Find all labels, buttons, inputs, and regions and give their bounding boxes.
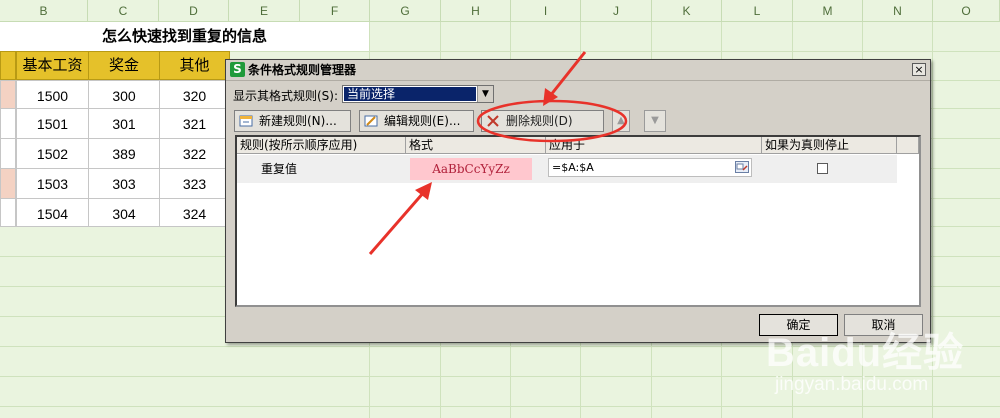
move-up-button[interactable]: ▲ bbox=[612, 110, 630, 132]
data-cell[interactable]: 320 bbox=[159, 80, 230, 109]
rule-applies-to-field[interactable]: =$A:$A bbox=[548, 158, 752, 177]
show-rules-label: 显示其格式规则(S): bbox=[233, 89, 339, 103]
column-header-rule: 规则(按所示顺序应用) bbox=[237, 137, 406, 154]
column-header-stop-if-true: 如果为真则停止 bbox=[762, 137, 897, 154]
data-cell[interactable]: 322 bbox=[159, 138, 230, 169]
stop-if-true-checkbox[interactable] bbox=[817, 163, 828, 174]
data-cell[interactable]: 323 bbox=[159, 168, 230, 199]
column-header-e[interactable]: E bbox=[229, 0, 300, 22]
rule-format-preview: AaBbCcYyZz bbox=[410, 158, 532, 180]
column-header-o[interactable]: O bbox=[933, 0, 1000, 22]
dialog-titlebar[interactable]: S 条件格式规则管理器 × bbox=[226, 60, 930, 81]
column-header-c[interactable]: C bbox=[88, 0, 159, 22]
column-header-n[interactable]: N bbox=[863, 0, 933, 22]
column-header-k[interactable]: K bbox=[652, 0, 722, 22]
watermark-url: jingyan.baidu.com bbox=[775, 374, 929, 395]
column-header-j[interactable]: J bbox=[581, 0, 652, 22]
edit-rule-label: 编辑规则(E)... bbox=[384, 114, 461, 128]
baidu-jingyan-watermark: Baidu经验 bbox=[766, 331, 965, 375]
data-cell[interactable]: 1502 bbox=[16, 138, 89, 169]
sheet-title[interactable]: 怎么快速找到重复的信息 bbox=[0, 22, 369, 51]
data-cell[interactable]: 321 bbox=[159, 108, 230, 139]
data-cell[interactable]: 301 bbox=[88, 108, 160, 139]
new-rule-button[interactable]: 新建规则(N)... bbox=[234, 110, 351, 132]
column-header-filler bbox=[897, 137, 919, 154]
data-cell-stub[interactable] bbox=[0, 138, 16, 169]
wps-app-icon: S bbox=[230, 62, 245, 77]
edit-rule-button[interactable]: 编辑规则(E)... bbox=[359, 110, 474, 132]
delete-rule-button[interactable]: 删除规则(D) bbox=[481, 110, 604, 132]
show-rules-select[interactable]: 当前选择 ▼ bbox=[342, 85, 494, 103]
data-cell[interactable]: 300 bbox=[88, 80, 160, 109]
data-cell[interactable]: 324 bbox=[159, 198, 230, 227]
data-cell-stub[interactable] bbox=[0, 198, 16, 227]
column-header-h[interactable]: H bbox=[441, 0, 511, 22]
column-header-applies-to: 应用于 bbox=[546, 137, 762, 154]
rule-name: 重复值 bbox=[261, 162, 298, 176]
data-cell[interactable]: 1504 bbox=[16, 198, 89, 227]
column-header-b[interactable]: B bbox=[0, 0, 88, 22]
data-cell-stub[interactable] bbox=[0, 108, 16, 139]
edit-rule-icon bbox=[364, 115, 378, 127]
close-button[interactable]: × bbox=[912, 63, 926, 76]
delete-rule-label: 删除规则(D) bbox=[506, 114, 573, 128]
data-cell[interactable]: 1501 bbox=[16, 108, 89, 139]
conditional-format-rules-dialog: S 条件格式规则管理器 × 显示其格式规则(S): 当前选择 ▼ 新建规则(N)… bbox=[225, 59, 931, 343]
column-header-format: 格式 bbox=[406, 137, 546, 154]
column-header-m[interactable]: M bbox=[793, 0, 863, 22]
range-picker-icon[interactable] bbox=[735, 161, 749, 173]
new-rule-icon bbox=[239, 115, 253, 127]
data-cell-stub[interactable] bbox=[0, 80, 16, 109]
header-cell-base-salary[interactable]: 基本工资 bbox=[16, 51, 89, 80]
header-cell-other[interactable]: 其他 bbox=[159, 51, 230, 80]
move-down-button[interactable]: ▼ bbox=[644, 110, 666, 132]
data-cell[interactable]: 303 bbox=[88, 168, 160, 199]
dialog-title: 条件格式规则管理器 bbox=[248, 63, 357, 77]
header-cell-bonus[interactable]: 奖金 bbox=[88, 51, 160, 80]
column-header-f[interactable]: F bbox=[300, 0, 370, 22]
column-header-i[interactable]: I bbox=[511, 0, 581, 22]
rule-row[interactable]: 重复值 AaBbCcYyZz =$A:$A bbox=[237, 155, 897, 183]
new-rule-label: 新建规则(N)... bbox=[259, 114, 337, 128]
column-header-d[interactable]: D bbox=[159, 0, 229, 22]
data-cell[interactable]: 304 bbox=[88, 198, 160, 227]
column-header-g[interactable]: G bbox=[370, 0, 441, 22]
data-cell[interactable]: 1503 bbox=[16, 168, 89, 199]
chevron-down-icon[interactable]: ▼ bbox=[477, 86, 493, 102]
data-cell[interactable]: 389 bbox=[88, 138, 160, 169]
rule-applies-to-value: =$A:$A bbox=[552, 161, 594, 174]
rules-list[interactable]: 规则(按所示顺序应用) 格式 应用于 如果为真则停止 重复值 AaBbCcYyZ… bbox=[235, 135, 921, 307]
grid-line bbox=[0, 406, 1000, 407]
data-cell-stub[interactable] bbox=[0, 168, 16, 199]
show-rules-value: 当前选择 bbox=[344, 87, 476, 101]
data-cell[interactable]: 1500 bbox=[16, 80, 89, 109]
column-header-l[interactable]: L bbox=[722, 0, 793, 22]
header-cell-stub[interactable] bbox=[0, 51, 16, 80]
delete-icon bbox=[487, 115, 499, 127]
